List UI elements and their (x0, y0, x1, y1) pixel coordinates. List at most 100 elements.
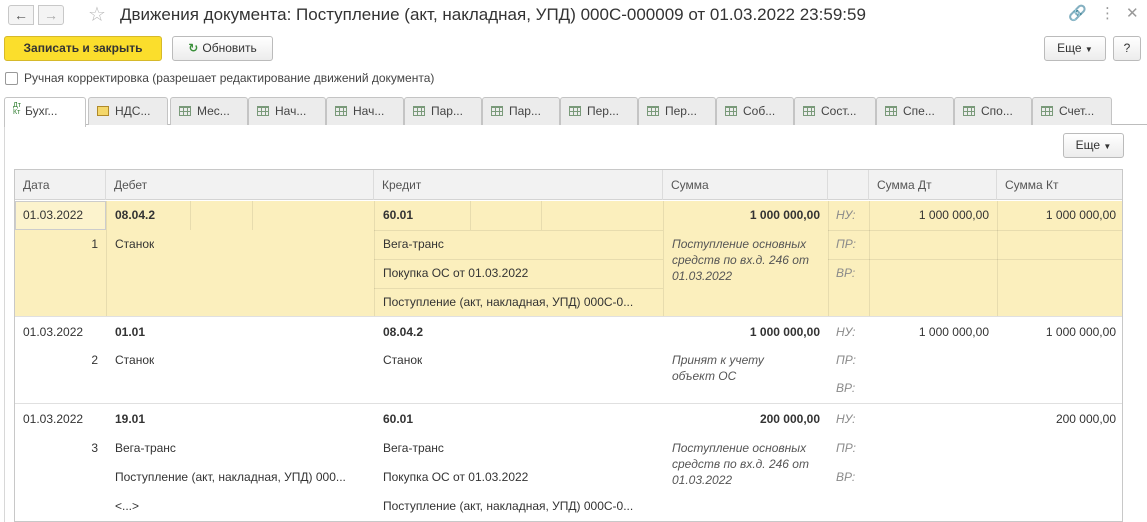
tab-label: Пер... (665, 104, 697, 118)
tab-label: Спо... (981, 104, 1013, 118)
credit-subconto: Вега-транс (383, 441, 444, 455)
table-row[interactable]: 01.03.2022 3 19.01 Вега-транс Поступлени… (15, 405, 1122, 521)
manual-correction-checkbox[interactable] (5, 71, 18, 85)
row-number: 1 (91, 237, 98, 251)
tab-register[interactable]: Спе... (876, 97, 954, 125)
column-header-amount-kt[interactable]: Сумма Кт (997, 170, 1122, 200)
tab-register[interactable]: Пар... (482, 97, 560, 125)
tab-label: Пар... (509, 104, 541, 118)
refresh-icon: ↻ (188, 41, 199, 55)
column-header-credit[interactable]: Кредит (374, 170, 663, 200)
table-icon (803, 106, 815, 116)
nu-label: НУ: (836, 208, 856, 222)
table-icon (413, 106, 425, 116)
table-row[interactable]: 01.03.2022 1 08.04.2 Станок 60.01 Вега-т… (15, 201, 1122, 317)
credit-subconto: Покупка ОС от 01.03.2022 (383, 470, 529, 484)
debit-subconto: Поступление (акт, накладная, УПД) 000... (115, 470, 346, 484)
table-icon (569, 106, 581, 116)
manual-correction-label: Ручная корректировка (разрешает редактир… (24, 71, 435, 85)
credit-subconto: Поступление (акт, накладная, УПД) 000С-0… (383, 295, 634, 309)
tab-register[interactable]: Счет... (1032, 97, 1112, 125)
tab-register[interactable]: Спо... (954, 97, 1032, 125)
tab-register[interactable]: Нач... (248, 97, 326, 125)
grid-more-button[interactable]: Еще ▼ (1063, 133, 1124, 158)
row-amount: 200 000,00 (759, 412, 820, 426)
credit-account: 60.01 (383, 208, 414, 222)
close-icon[interactable]: ✕ (1126, 4, 1139, 22)
debit-subconto: Станок (115, 237, 155, 251)
row-amount: 1 000 000,00 (749, 325, 820, 339)
credit-account: 08.04.2 (383, 325, 424, 339)
tab-register[interactable]: Пер... (560, 97, 638, 125)
tab-label: Пер... (587, 104, 619, 118)
column-header-type[interactable] (828, 170, 869, 200)
table-icon (257, 106, 269, 116)
grid-more-label: Еще (1075, 138, 1101, 152)
back-arrow-icon[interactable]: ← (8, 5, 34, 25)
window-title: Движения документа: Поступление (акт, на… (120, 5, 866, 24)
document-icon (97, 106, 109, 116)
manual-correction-row[interactable]: Ручная корректировка (разрешает редактир… (5, 71, 434, 85)
dt-kt-icon: Дт Кт (13, 102, 21, 116)
refresh-button[interactable]: ↻ Обновить (172, 36, 273, 61)
tab-register[interactable]: Пар... (404, 97, 482, 125)
tab-label: Сост... (821, 104, 857, 118)
tab-register[interactable]: Нач... (326, 97, 404, 125)
tab-label: Пар... (431, 104, 463, 118)
tab-label: НДС... (115, 104, 151, 118)
tab-label: Нач... (353, 104, 385, 118)
table-row[interactable]: 01.03.2022 2 01.01 Станок 08.04.2 Станок… (15, 318, 1122, 404)
tab-label: Спе... (903, 104, 935, 118)
column-header-amount-dt[interactable]: Сумма Дт (869, 170, 997, 200)
table-icon (647, 106, 659, 116)
more-button[interactable]: Еще ▼ (1044, 36, 1106, 61)
tab-accounting[interactable]: Дт Кт Бухг... (4, 97, 86, 127)
table-icon (179, 106, 191, 116)
save-and-close-button[interactable]: Записать и закрыть (4, 36, 162, 61)
help-button[interactable]: ? (1113, 36, 1141, 61)
column-header-amount[interactable]: Сумма (663, 170, 828, 200)
column-header-debit[interactable]: Дебет (106, 170, 374, 200)
link-icon[interactable]: 🔗 (1068, 4, 1087, 22)
credit-account: 60.01 (383, 412, 414, 426)
tab-label: Бухг... (24, 104, 58, 118)
tab-vat[interactable]: НДС... (88, 97, 168, 125)
amount-dt-nu: 1 000 000,00 (918, 325, 989, 339)
table-icon (1041, 106, 1053, 116)
pr-label: ПР: (836, 353, 856, 367)
forward-arrow-icon[interactable]: → (38, 5, 64, 25)
register-tabs: Дт Кт Бухг... НДС... Мес... Нач... Нач... … (4, 97, 1147, 127)
table-icon (963, 106, 975, 116)
debit-account: 08.04.2 (115, 208, 156, 222)
more-label: Еще (1057, 41, 1082, 55)
pr-label: ПР: (836, 441, 856, 455)
tab-label: Счет... (1059, 104, 1095, 118)
debit-subconto: Станок (115, 353, 155, 367)
row-date: 01.03.2022 (23, 412, 84, 426)
amount-kt-nu: 1 000 000,00 (1045, 325, 1116, 339)
row-content: Принят к учету объект ОС (672, 353, 764, 383)
credit-subconto: Покупка ОС от 01.03.2022 (383, 266, 529, 280)
row-content: Поступление основных средств по вх.д. 24… (672, 237, 809, 283)
column-header-date[interactable]: Дата (15, 170, 106, 200)
refresh-label: Обновить (202, 41, 257, 55)
more-vertical-icon[interactable]: ⋮ (1100, 4, 1115, 22)
table-icon (335, 106, 347, 116)
tab-register[interactable]: Сост... (794, 97, 876, 125)
amount-kt-nu: 200 000,00 (1055, 412, 1116, 426)
debit-account: 01.01 (115, 325, 146, 339)
tab-label: Соб... (743, 104, 776, 118)
table-icon (725, 106, 737, 116)
tab-register[interactable]: Мес... (170, 97, 248, 125)
table-icon (491, 106, 503, 116)
table-icon (885, 106, 897, 116)
tab-register[interactable]: Соб... (716, 97, 794, 125)
debit-subconto-more[interactable]: <...> (115, 499, 139, 513)
tab-register[interactable]: Пер... (638, 97, 716, 125)
debit-account: 19.01 (115, 412, 146, 426)
row-number: 3 (91, 441, 98, 455)
tab-label: Мес... (197, 104, 230, 118)
nu-label: НУ: (836, 412, 856, 426)
favorite-star-icon[interactable]: ☆ (88, 2, 106, 27)
row-amount: 1 000 000,00 (749, 208, 820, 222)
